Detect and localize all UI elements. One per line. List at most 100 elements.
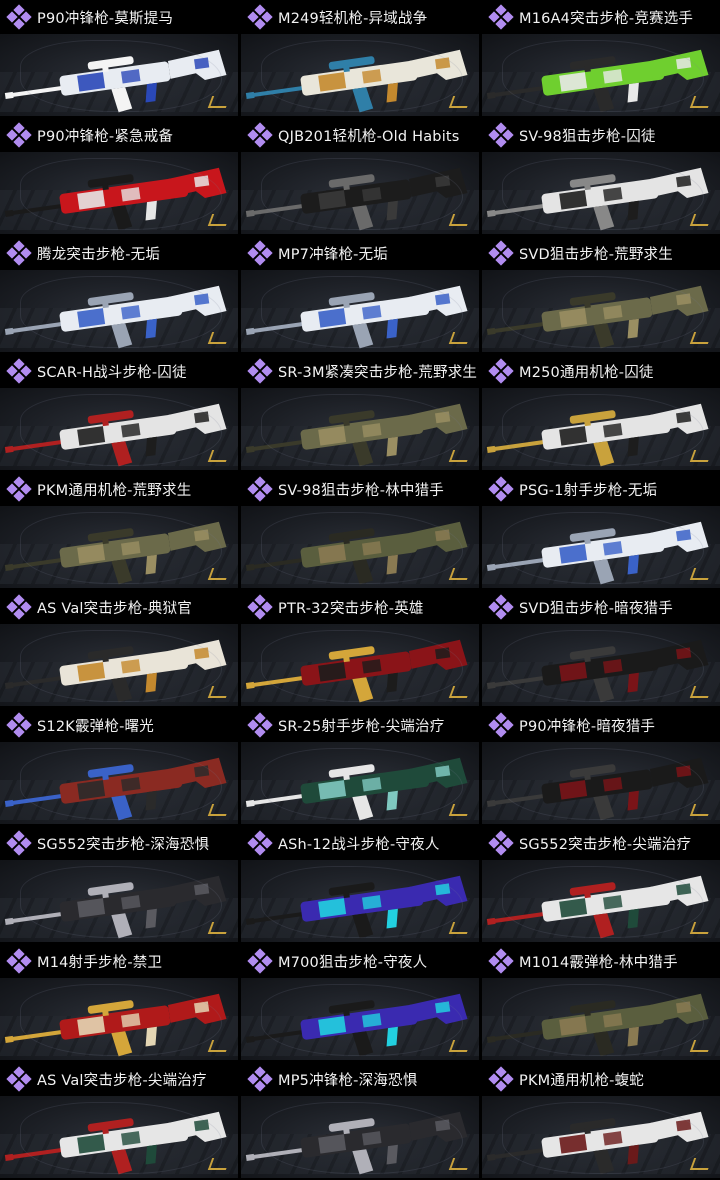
weapon-skin-card[interactable]: S12K霰弹枪-曙光 (0, 708, 238, 824)
rarity-diamond-icon (247, 122, 273, 148)
weapon-preview-image (241, 1096, 479, 1178)
weapon-skin-title: P90冲锋枪-暗夜猎手 (519, 718, 656, 735)
weapon-render-icon (486, 1111, 709, 1175)
weapon-skin-card[interactable]: M700狙击步枪-守夜人 (241, 944, 479, 1060)
weapon-skin-title: SG552突击步枪-深海恐惧 (37, 836, 210, 853)
weapon-skin-title: SR-3M紧凑突击步枪-荒野求生 (278, 364, 478, 381)
card-title-bar: SVD狙击步枪-暗夜猎手 (482, 590, 720, 624)
rarity-diamond-icon (6, 948, 32, 974)
card-title-bar: P90冲锋枪-紧急戒备 (0, 118, 238, 152)
weapon-skin-card[interactable]: SV-98狙击步枪-囚徒 (482, 118, 720, 234)
rarity-diamond-icon (488, 830, 514, 856)
weapon-skin-card[interactable]: M249轻机枪-异域战争 (241, 0, 479, 116)
weapon-skin-card[interactable]: SG552突击步枪-尖端治疗 (482, 826, 720, 942)
rarity-diamond-icon (6, 358, 32, 384)
weapon-skin-title: MP7冲锋枪-无垢 (278, 246, 389, 263)
rarity-diamond-icon (247, 1066, 273, 1092)
weapon-skin-title: M250通用机枪-囚徒 (519, 364, 654, 381)
weapon-skin-card[interactable]: 腾龙突击步枪-无垢 (0, 236, 238, 352)
weapon-skin-card[interactable]: MP5冲锋枪-深海恐惧 (241, 1062, 479, 1178)
weapon-render-icon (4, 639, 227, 703)
weapon-skin-card[interactable]: P90冲锋枪-莫斯提马 (0, 0, 238, 116)
weapon-skin-card[interactable]: SCAR-H战斗步枪-囚徒 (0, 354, 238, 470)
rarity-diamond-icon (6, 122, 32, 148)
weapon-render-icon (245, 757, 468, 821)
weapon-skin-card[interactable]: M16A4突击步枪-竞赛选手 (482, 0, 720, 116)
weapon-preview-image (241, 388, 479, 470)
weapon-skin-card[interactable]: AS Val突击步枪-典狱官 (0, 590, 238, 706)
weapon-skin-card[interactable]: M14射手步枪-禁卫 (0, 944, 238, 1060)
weapon-skin-title: 腾龙突击步枪-无垢 (37, 246, 161, 263)
weapon-skin-title: PKM通用机枪-蝮蛇 (519, 1072, 644, 1089)
weapon-render-icon (245, 285, 468, 349)
card-title-bar: SVD狙击步枪-荒野求生 (482, 236, 720, 270)
weapon-skin-card[interactable]: SV-98狙击步枪-林中猎手 (241, 472, 479, 588)
weapon-preview-image (241, 270, 479, 352)
weapon-skin-card[interactable]: SG552突击步枪-深海恐惧 (0, 826, 238, 942)
weapon-skin-title: M1014霰弹枪-林中猎手 (519, 954, 678, 971)
weapon-preview-image (0, 742, 238, 824)
weapon-render-icon (486, 875, 709, 939)
weapon-render-icon (245, 403, 468, 467)
weapon-skin-card[interactable]: P90冲锋枪-暗夜猎手 (482, 708, 720, 824)
weapon-preview-image (241, 506, 479, 588)
weapon-skin-title: SVD狙击步枪-暗夜猎手 (519, 600, 673, 617)
weapon-skin-card[interactable]: PTR-32突击步枪-英雄 (241, 590, 479, 706)
weapon-skin-card[interactable]: SR-3M紧凑突击步枪-荒野求生 (241, 354, 479, 470)
weapon-render-icon (4, 521, 227, 585)
weapon-render-icon (486, 285, 709, 349)
card-title-bar: M1014霰弹枪-林中猎手 (482, 944, 720, 978)
card-title-bar: MP5冲锋枪-深海恐惧 (241, 1062, 479, 1096)
card-title-bar: SCAR-H战斗步枪-囚徒 (0, 354, 238, 388)
weapon-skin-card[interactable]: SVD狙击步枪-荒野求生 (482, 236, 720, 352)
weapon-render-icon (486, 403, 709, 467)
rarity-diamond-icon (488, 122, 514, 148)
card-title-bar: SV-98狙击步枪-囚徒 (482, 118, 720, 152)
rarity-diamond-icon (247, 4, 273, 30)
weapon-preview-image (482, 624, 720, 706)
weapon-preview-image (241, 152, 479, 234)
weapon-skin-card[interactable]: P90冲锋枪-紧急戒备 (0, 118, 238, 234)
weapon-skin-title: M16A4突击步枪-竞赛选手 (519, 10, 694, 27)
card-title-bar: AS Val突击步枪-尖端治疗 (0, 1062, 238, 1096)
weapon-preview-image (482, 1096, 720, 1178)
rarity-diamond-icon (488, 1066, 514, 1092)
weapon-render-icon (486, 993, 709, 1057)
weapon-preview-image (482, 742, 720, 824)
weapon-render-icon (4, 403, 227, 467)
weapon-skin-title: AS Val突击步枪-尖端治疗 (37, 1072, 207, 1089)
weapon-skin-card[interactable]: M250通用机枪-囚徒 (482, 354, 720, 470)
weapon-skin-card[interactable]: QJB201轻机枪-Old Habits (241, 118, 479, 234)
weapon-skin-card[interactable]: SVD狙击步枪-暗夜猎手 (482, 590, 720, 706)
weapon-render-icon (486, 49, 709, 113)
weapon-skin-card[interactable]: ASh-12战斗步枪-守夜人 (241, 826, 479, 942)
weapon-skin-card[interactable]: PKM通用机枪-蝮蛇 (482, 1062, 720, 1178)
rarity-diamond-icon (6, 712, 32, 738)
weapon-render-icon (4, 285, 227, 349)
weapon-render-icon (4, 875, 227, 939)
rarity-diamond-icon (488, 712, 514, 738)
weapon-skin-card[interactable]: AS Val突击步枪-尖端治疗 (0, 1062, 238, 1178)
rarity-diamond-icon (247, 476, 273, 502)
weapon-skin-title: PTR-32突击步枪-英雄 (278, 600, 424, 617)
weapon-preview-image (482, 388, 720, 470)
weapon-preview-image (0, 978, 238, 1060)
rarity-diamond-icon (247, 948, 273, 974)
rarity-diamond-icon (247, 712, 273, 738)
weapon-skin-card[interactable]: M1014霰弹枪-林中猎手 (482, 944, 720, 1060)
weapon-preview-image (0, 34, 238, 116)
weapon-skin-title: SCAR-H战斗步枪-囚徒 (37, 364, 187, 381)
weapon-render-icon (245, 167, 468, 231)
weapon-skin-card[interactable]: SR-25射手步枪-尖端治疗 (241, 708, 479, 824)
rarity-diamond-icon (6, 1066, 32, 1092)
card-title-bar: SG552突击步枪-尖端治疗 (482, 826, 720, 860)
card-title-bar: M249轻机枪-异域战争 (241, 0, 479, 34)
weapon-skin-card[interactable]: MP7冲锋枪-无垢 (241, 236, 479, 352)
card-title-bar: M16A4突击步枪-竞赛选手 (482, 0, 720, 34)
card-title-bar: AS Val突击步枪-典狱官 (0, 590, 238, 624)
weapon-skin-title: SV-98狙击步枪-林中猎手 (278, 482, 444, 499)
rarity-diamond-icon (247, 240, 273, 266)
weapon-skin-card[interactable]: PSG-1射手步枪-无垢 (482, 472, 720, 588)
weapon-skin-title: ASh-12战斗步枪-守夜人 (278, 836, 440, 853)
weapon-skin-card[interactable]: PKM通用机枪-荒野求生 (0, 472, 238, 588)
